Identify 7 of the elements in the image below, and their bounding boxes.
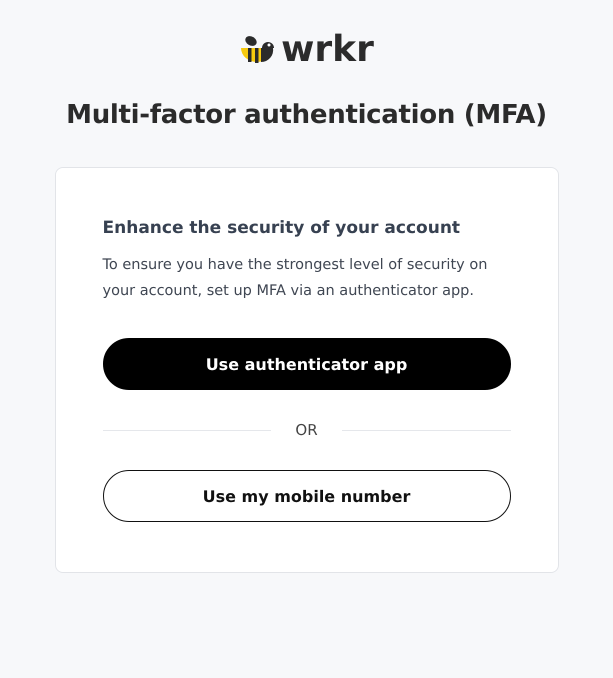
- logo-wordmark: wrkr: [281, 30, 374, 70]
- secondary-button[interactable]: Use my mobile number: [102, 470, 510, 522]
- divider-label: OR: [295, 421, 318, 439]
- page-title: Multi-factor authentication (MFA): [66, 99, 547, 132]
- card-description: To ensure you have the strongest level of security on your account, set up MFA via an authenticator app.: [102, 256, 488, 301]
- card-heading: Enhance the security of your account: [102, 217, 462, 240]
- primary-button[interactable]: Use authenticator app: [102, 338, 510, 390]
